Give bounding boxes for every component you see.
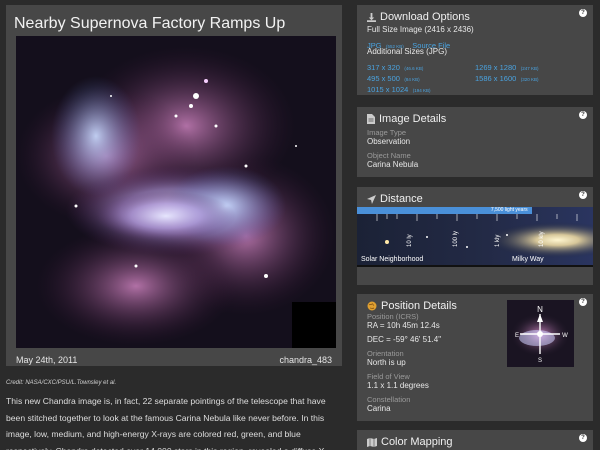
- document-icon: [367, 114, 375, 124]
- object-name-label: Object Name: [367, 151, 411, 160]
- field-of-view-value: 1.1 x 1.1 degrees: [367, 381, 429, 390]
- compass-e: E: [515, 333, 519, 339]
- article-title: Nearby Supernova Factory Ramps Up: [14, 15, 286, 32]
- download-options-heading: Download Options: [367, 11, 470, 23]
- constellation-label: Constellation: [367, 395, 411, 404]
- download-options-title: Download Options: [380, 11, 470, 23]
- distance-indicator-bar: 7,500 light years: [357, 207, 532, 214]
- compass-n: N: [537, 305, 543, 314]
- position-details-heading: Position Details: [367, 300, 457, 312]
- dec-value: DEC = -59° 46' 51.4": [367, 335, 442, 344]
- full-size-label: Full Size Image (2416 x 2436): [367, 25, 474, 34]
- help-icon[interactable]: ?: [579, 434, 587, 442]
- milky-way-label: Milky Way: [512, 256, 544, 263]
- image-details-heading: Image Details: [367, 113, 446, 125]
- size-link-1586[interactable]: 1586 x 1600: [475, 74, 516, 83]
- compass-w: W: [562, 333, 568, 339]
- position-details-panel: Position Details ? Position (ICRS) RA = …: [357, 294, 593, 421]
- location-arrow-icon: [367, 194, 376, 204]
- position-details-title: Position Details: [381, 300, 457, 312]
- help-icon[interactable]: ?: [579, 9, 587, 17]
- orientation-label: Orientation: [367, 349, 404, 358]
- article-description: This new Chandra image is, in fact, 22 s…: [6, 396, 327, 450]
- image-card: Nearby Supernova Factory Ramps Up May 24…: [6, 5, 342, 366]
- image-date: May 24th, 2011: [16, 355, 78, 365]
- color-mapping-heading: Color Mapping: [367, 436, 453, 448]
- constellation-value: Carina: [367, 404, 391, 413]
- distance-title: Distance: [380, 193, 423, 205]
- distance-heading: Distance: [367, 193, 423, 205]
- image-details-panel: Image Details ? Image Type Observation O…: [357, 107, 593, 177]
- image-type-value: Observation: [367, 137, 411, 146]
- help-icon[interactable]: ?: [579, 298, 587, 306]
- field-of-view-label: Field of View: [367, 372, 410, 381]
- download-icon: [367, 12, 376, 22]
- image-details-title: Image Details: [379, 113, 447, 125]
- carina-nebula-image[interactable]: [16, 36, 336, 348]
- help-icon[interactable]: ?: [579, 111, 587, 119]
- object-name-value: Carina Nebula: [367, 160, 419, 169]
- tick-10-kly: 10 kly: [539, 231, 545, 247]
- download-options-panel: Download Options ? Full Size Image (2416…: [357, 5, 593, 95]
- image-type-label: Image Type: [367, 128, 407, 137]
- orientation-thumbnail[interactable]: N E W S: [507, 300, 574, 367]
- distance-bar-label: 7,500 light years: [490, 207, 528, 213]
- tick-10-ly: 10 ly: [407, 234, 413, 247]
- orientation-value: North is up: [367, 358, 406, 367]
- image-credit: Credit: NASA/CXC/PSU/L.Townsley et al.: [6, 380, 117, 386]
- map-icon: [367, 437, 377, 447]
- help-icon[interactable]: ?: [579, 191, 587, 199]
- position-label: Position (ICRS): [367, 312, 419, 321]
- distance-scale-graphic: 7,500 light years 10 ly 100 ly 1 kly 10 …: [357, 207, 593, 267]
- ra-value: RA = 10h 45m 12.4s: [367, 321, 440, 330]
- size-1586-kb: (320 KB): [520, 77, 539, 82]
- image-id: chandra_483: [279, 355, 332, 365]
- distance-panel: Distance ? 7,500 light years 10 ly 100 l…: [357, 187, 593, 285]
- globe-icon: [367, 301, 377, 311]
- solar-neighborhood-label: Solar Neighborhood: [361, 256, 424, 263]
- color-mapping-panel: Color Mapping ?: [357, 430, 593, 450]
- tick-1-kly: 1 kly: [495, 234, 501, 247]
- color-mapping-title: Color Mapping: [381, 436, 453, 448]
- size-1015-kb: (194 KB): [412, 88, 431, 93]
- compass-s: S: [538, 358, 542, 364]
- additional-sizes-label: Additional Sizes (JPG): [367, 47, 448, 56]
- size-link-1015[interactable]: 1015 x 1024: [367, 85, 408, 94]
- tick-100-ly: 100 ly: [453, 230, 459, 247]
